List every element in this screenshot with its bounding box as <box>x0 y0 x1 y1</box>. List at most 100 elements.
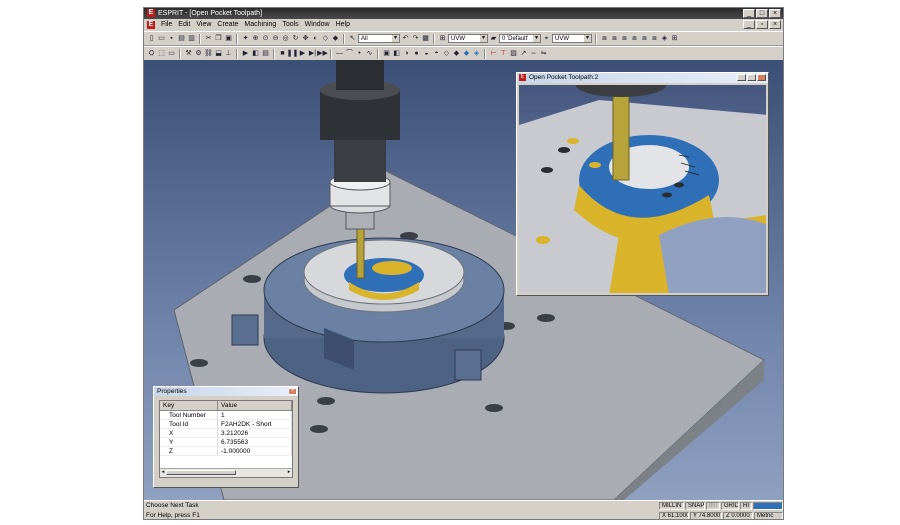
mode-snap[interactable]: SNAP <box>685 502 705 510</box>
table-row[interactable]: Tool Number 1 <box>160 411 292 420</box>
print-icon[interactable]: ▤ <box>177 34 186 43</box>
properties-close-button[interactable]: × <box>288 388 297 395</box>
solid-sim-icon[interactable]: ◧ <box>251 49 260 58</box>
simulation-icon[interactable]: ▶ <box>241 49 250 58</box>
menu-view[interactable]: View <box>193 21 214 28</box>
table-row[interactable]: Tool Id F2AH2DK - Short <box>160 420 292 429</box>
solid-intersect-icon[interactable]: ◓ <box>432 49 441 58</box>
document-logo-icon[interactable]: E <box>147 20 155 29</box>
horizontal-scrollbar[interactable]: ◂ ▸ <box>160 468 292 477</box>
layer-combo[interactable]: 0 'Default' ▼ <box>499 34 541 43</box>
stop-icon[interactable]: ■ <box>278 49 287 58</box>
menu-edit[interactable]: Edit <box>175 21 193 28</box>
table-row[interactable]: Z -1.000000 <box>160 447 292 456</box>
pause-icon[interactable]: ❚❚ <box>287 49 299 58</box>
document-restore-button[interactable]: ▫ <box>756 20 768 29</box>
mode-grid[interactable]: GRID <box>721 502 739 510</box>
align-icon[interactable]: ⇔ <box>529 49 538 58</box>
report-icon[interactable]: ▤ <box>261 49 270 58</box>
zoom-fit-icon[interactable]: ◎ <box>281 34 290 43</box>
mesh-icon[interactable]: ◆ <box>452 49 461 58</box>
text-icon[interactable]: ⊤ <box>499 49 508 58</box>
menu-tools[interactable]: Tools <box>279 21 301 28</box>
render-icon[interactable]: ◆ <box>331 34 340 43</box>
menu-create[interactable]: Create <box>214 21 241 28</box>
solid-extrude-icon[interactable]: ◧ <box>392 49 401 58</box>
graphics-viewport[interactable]: E Open Pocket Toolpath:2 Properties × Ke… <box>144 60 783 500</box>
menu-machining[interactable]: Machining <box>241 21 279 28</box>
document-minimize-button[interactable]: _ <box>743 20 755 29</box>
chain-icon[interactable]: ⛓ <box>204 49 213 58</box>
mode-hi[interactable]: HI <box>740 502 752 510</box>
subwindow-title-bar[interactable]: E Open Pocket Toolpath:2 <box>517 73 768 83</box>
scroll-thumb[interactable] <box>166 470 236 475</box>
shade-icon[interactable]: ◐ <box>311 34 320 43</box>
view-right-icon[interactable]: ⧈ <box>620 34 629 43</box>
wireframe-icon[interactable]: ◇ <box>321 34 330 43</box>
minimize-button[interactable]: _ <box>743 9 755 18</box>
menu-help[interactable]: Help <box>333 21 353 28</box>
subwindow-maximize-button[interactable] <box>747 74 756 81</box>
shaded-solid-icon[interactable]: ◈ <box>472 49 481 58</box>
layers-icon[interactable]: ▦ <box>421 34 430 43</box>
spline-icon[interactable]: ∿ <box>365 49 374 58</box>
operation-icon[interactable]: ⛭ <box>147 49 156 58</box>
close-button[interactable]: × <box>769 9 781 18</box>
arc-icon[interactable]: ⌒ <box>345 49 354 58</box>
print-preview-icon[interactable]: ▥ <box>187 34 196 43</box>
coordinate-plane-combo[interactable]: UVW ▼ <box>552 34 592 43</box>
mirror-icon[interactable]: ⇋ <box>539 49 548 58</box>
value-column-header[interactable]: Value <box>218 401 292 410</box>
redo-icon[interactable]: ↷ <box>411 34 420 43</box>
subwindow-viewport[interactable] <box>519 85 766 293</box>
paste-icon[interactable]: ▣ <box>224 34 233 43</box>
zoom-out-icon[interactable]: ⊖ <box>271 34 280 43</box>
plane-icon[interactable]: ⊞ <box>438 34 447 43</box>
solid-union-icon[interactable]: ● <box>412 49 421 58</box>
blue-solid-icon[interactable]: ◆ <box>462 49 471 58</box>
save-icon[interactable]: ▪ <box>167 34 176 43</box>
properties-grid[interactable]: Key Value Tool Number 1 Tool Id F2AH2DK - … <box>159 400 293 478</box>
open-pocket-subwindow[interactable]: E Open Pocket Toolpath:2 <box>516 72 769 296</box>
leader-icon[interactable]: ↗ <box>519 49 528 58</box>
fast-forward-icon[interactable]: ▶▶ <box>317 49 328 58</box>
solid-cut-icon[interactable]: ◒ <box>422 49 431 58</box>
line-icon[interactable]: — <box>335 49 344 58</box>
coordinate-icon[interactable]: ⌖ <box>542 34 551 43</box>
open-file-icon[interactable]: ▭ <box>157 34 166 43</box>
maximize-button[interactable]: □ <box>756 9 768 18</box>
play-icon[interactable]: ▶ <box>298 49 307 58</box>
step-icon[interactable]: ▶| <box>308 49 317 58</box>
menu-file[interactable]: File <box>158 21 175 28</box>
point-icon[interactable]: • <box>355 49 364 58</box>
document-close-button[interactable]: × <box>769 20 781 29</box>
tool-icon[interactable]: ⚒ <box>184 49 193 58</box>
layer-folder-icon[interactable]: ▰ <box>489 34 498 43</box>
mode-int[interactable]: INT <box>706 502 720 510</box>
zoom-window-icon[interactable]: ⊙ <box>261 34 270 43</box>
menu-window[interactable]: Window <box>302 21 333 28</box>
feature-icon[interactable]: ⬚ <box>157 49 166 58</box>
table-row[interactable]: X 3.212026 <box>160 429 292 438</box>
view-back-icon[interactable]: ⧈ <box>640 34 649 43</box>
solid-box-icon[interactable]: ▣ <box>382 49 391 58</box>
surface-icon[interactable]: ◇ <box>442 49 451 58</box>
pocket-icon[interactable]: ⬓ <box>214 49 223 58</box>
pan-icon[interactable]: ✥ <box>301 34 310 43</box>
rotate-icon[interactable]: ↻ <box>291 34 300 43</box>
scroll-right-icon[interactable]: ▸ <box>286 469 292 476</box>
zoom-in-icon[interactable]: ⊕ <box>251 34 260 43</box>
view-top-icon[interactable]: ⧈ <box>600 34 609 43</box>
new-file-icon[interactable]: ▯ <box>147 34 156 43</box>
solid-revolve-icon[interactable]: ◑ <box>402 49 411 58</box>
properties-title-bar[interactable]: Properties × <box>154 387 298 396</box>
view-front-icon[interactable]: ⧈ <box>610 34 619 43</box>
view-iso-icon[interactable]: ◈ <box>660 34 669 43</box>
cut-icon[interactable]: ✂ <box>204 34 213 43</box>
view-left-icon[interactable]: ⧈ <box>630 34 639 43</box>
view-bottom-icon[interactable]: ⧈ <box>650 34 659 43</box>
subwindow-minimize-button[interactable] <box>737 74 746 81</box>
key-column-header[interactable]: Key <box>160 401 218 410</box>
dimension-icon[interactable]: ⊢ <box>489 49 498 58</box>
copy-icon[interactable]: ❐ <box>214 34 223 43</box>
